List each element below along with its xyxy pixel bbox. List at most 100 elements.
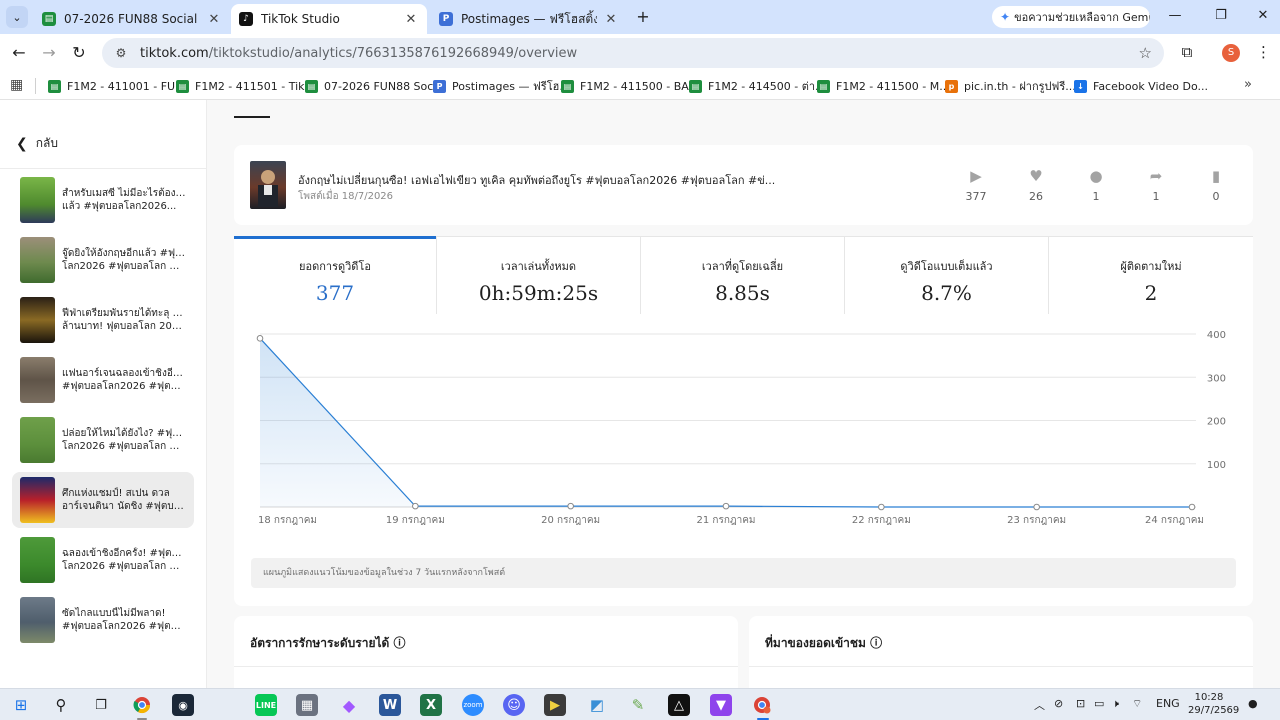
metric-tab-new-followers[interactable]: ผู้ติดตามใหม่ 2 [1049,237,1253,315]
bookmarks-divider [35,78,36,94]
bookmark-item[interactable]: ↓ Facebook Video Do... [1074,77,1208,95]
bookmark-item[interactable]: P Postimages — ฟรีโฮ... [433,77,570,95]
new-tab-button[interactable]: + [632,6,654,28]
browser-tab-strip: ⌄ ▤ 07-2026 FUN88 Social Media R ✕ ♪ Tik… [0,0,1280,34]
gemini-button[interactable]: ✦ ขอความช่วยเหลือจาก Gemini [992,6,1150,28]
bookmark-item[interactable]: ▤ F1M2 - 411500 - M... [817,77,950,95]
bookmark-item[interactable]: p pic.in.th - ฝากรูปฟรี... [945,77,1076,95]
tab-search-chevron-icon[interactable]: ⌄ [6,6,28,28]
address-bar[interactable]: ⚙ tiktok.com/tiktokstudio/analytics/7663… [102,38,1164,68]
area-fill [260,338,1192,507]
calculator-icon[interactable]: ▦ [296,694,318,716]
chevron-left-icon: ❮ [16,135,28,152]
back-arrow-icon[interactable]: ← [8,42,30,64]
minimize-icon[interactable]: — [1160,8,1190,23]
sidebar-video-item[interactable]: ฉลองเข้าชิงอีกครั้ง! #ฟุตบอล โลก2026 #ฟุต… [12,532,194,588]
system-clock[interactable]: 10:28 29/7/2569 [1188,691,1239,717]
bookmark-item[interactable]: ▤ F1M2 - 411001 - FU... [48,77,186,95]
video-title-line: อาร์เจนตินา นัดชิง #ฟุตบอล... [62,501,186,512]
chrome-icon[interactable] [131,694,153,716]
clock-time: 10:28 [1194,692,1224,703]
maximize-icon[interactable]: ❐ [1206,8,1236,23]
search-icon[interactable]: ⚲ [50,694,72,716]
language-indicator[interactable]: ENG [1156,697,1180,710]
task-view-icon[interactable]: ❐ [90,694,112,716]
window-close-icon[interactable]: ✕ [1248,8,1278,23]
video-thumbnail [20,297,55,343]
close-icon[interactable]: ✕ [603,12,619,27]
wifi-icon[interactable]: ⌔ [1132,697,1142,711]
chrome-profile-icon[interactable] [751,694,773,716]
metric-tab-watched-full[interactable]: ดูวิดีโอแบบเต็มแล้ว 8.7% [845,237,1049,315]
sidebar-video-item[interactable]: ซัดไกลแบบนี้ไม่มีพลาด! #ฟุตบอลโลก2026 #ฟุ… [12,592,194,648]
bookmark-item[interactable]: ▤ F1M2 - 411501 - Tik... [176,77,315,95]
sheets-icon: ▤ [689,79,702,93]
tray-overflow-icon[interactable]: ︿ [1034,697,1045,713]
sidebar-video-item[interactable]: ฟีฟ่าเตรียมพันรายได้ทะลุ 5 แสนล้านบาท! ฟ… [12,292,194,348]
site-info-icon[interactable]: ⚙ [110,46,132,60]
metric-tab-video-views[interactable]: ยอดการดูวิดีโอ 377 [234,236,437,315]
likes-stat: ♥ 26 [1016,167,1056,203]
download-icon: ↓ [1074,79,1087,93]
pic-in-th-icon: p [945,79,958,93]
metric-tab-average-watch-time[interactable]: เวลาที่ดูโดยเฉลี่ย 8.85s [641,237,845,315]
card-divider [749,666,1253,667]
metric-tab-total-play-time[interactable]: เวลาเล่นทั้งหมด 0h:59m:25s [437,237,641,315]
reload-icon[interactable]: ↻ [68,42,90,64]
bookmark-label: F1M2 - 411500 - M... [836,79,950,93]
bookmark-item[interactable]: ▤ F1M2 - 411500 - BA... [561,77,699,95]
bookmark-item[interactable]: ▤ F1M2 - 414500 - ต่า... [689,77,826,95]
profile-avatar[interactable]: S [1222,44,1240,62]
sheets-icon: ▤ [48,79,61,93]
extensions-icon[interactable]: ⧉ [1176,43,1198,61]
forward-arrow-icon[interactable]: → [38,42,60,64]
sidebar-video-item[interactable]: แฟนอาร์เจนฉลองเข้าชิงอีกครั้ง! #ฟุตบอลโลก… [12,352,194,408]
zoom-icon[interactable]: zoom [462,694,484,716]
discord-icon[interactable]: ☺ [503,694,525,716]
sidebar-video-item[interactable]: ปล่อยให้ไหมได้ยังไง? #ฟุตบอล โลก2026 #ฟุต… [12,412,194,468]
video-title-line: ฟีฟ่าเตรียมพันรายได้ทะลุ 5 แสน [62,308,186,319]
sheets-icon: ▤ [305,79,318,93]
apps-grid-icon[interactable]: ▦ [10,77,23,93]
triangle-app-icon[interactable]: △ [668,694,690,716]
tab-fun88-sheet[interactable]: ▤ 07-2026 FUN88 Social Media R ✕ [34,4,230,34]
bookmark-item[interactable]: ▤ 07-2026 FUN88 Soc... [305,77,444,95]
x-tick-label: 19 กรกฎาคม [386,515,445,526]
back-button[interactable]: ❮ กลับ [16,134,58,153]
edge-icon[interactable]: ◆ [338,694,360,716]
cloud-sync-icon[interactable]: ⊘ [1054,697,1063,710]
steam-icon[interactable]: ◉ [172,694,194,716]
chart-note: แผนภูมิแสดงแนวโน้มของข้อมูลในช่วง 7 วันแ… [251,558,1236,588]
purple-app-icon[interactable]: ▼ [710,694,732,716]
vpn-icon[interactable]: ⊡ [1076,697,1085,710]
windows-start-icon[interactable]: ⊞ [10,694,32,716]
video-thumbnail [20,237,55,283]
stack-app-icon[interactable]: ◩ [586,694,608,716]
video-list-sidebar: ❮ กลับ สำหรับเมสซี่ ไม่มีอะไรต้องพิสูจน์… [0,100,207,688]
more-bookmarks-icon[interactable]: » [1244,77,1252,92]
thumbnail-art [258,170,278,207]
bookmark-star-icon[interactable]: ☆ [1139,44,1152,62]
word-icon[interactable]: W [379,694,401,716]
excel-icon[interactable]: X [420,694,442,716]
retention-title: อัตราการรักษาระดับรายได้ ⓘ [250,636,406,650]
capcut-icon[interactable]: ▶ [544,694,566,716]
battery-icon[interactable]: ▭ [1094,697,1104,710]
close-icon[interactable]: ✕ [403,12,419,27]
brush-app-icon[interactable]: ✎ [627,694,649,716]
tab-postimages[interactable]: P Postimages — ฟรีโฮสติ้งรูปภาพ / อ ✕ [431,4,627,34]
x-tick-label: 21 กรกฎาคม [697,515,756,526]
notifications-icon[interactable]: ● [1248,697,1258,710]
gemini-icon: ✦ [1000,10,1011,24]
sidebar-video-item[interactable]: สำหรับเมสซี่ ไม่มีอะไรต้องพิสูจน์แล้ว #ฟ… [12,172,194,228]
volume-mute-icon[interactable]: 🕨 [1112,697,1119,711]
tab-label: Postimages — ฟรีโฮสติ้งรูปภาพ / อ [461,11,597,26]
close-icon[interactable]: ✕ [206,12,222,27]
post-title[interactable]: อังกฤษไม่เปลี่ยนกุนซือ! เอฟเอไฟเขียว ทูเ… [298,171,775,189]
line-icon[interactable]: LINE [255,694,277,716]
more-menu-icon[interactable]: ⋮ [1256,43,1271,61]
tab-tiktok-studio[interactable]: ♪ TikTok Studio ✕ [231,4,427,34]
sidebar-video-item[interactable]: ศึกแห่งแชมป์! สเปน ดวล อาร์เจนตินา นัดชิง… [12,472,194,528]
sidebar-video-item[interactable]: จู๊ดยิงให้อังกฤษอีกแล้ว #ฟุตบอลโลก2026 #… [12,232,194,288]
data-point [1033,503,1040,511]
